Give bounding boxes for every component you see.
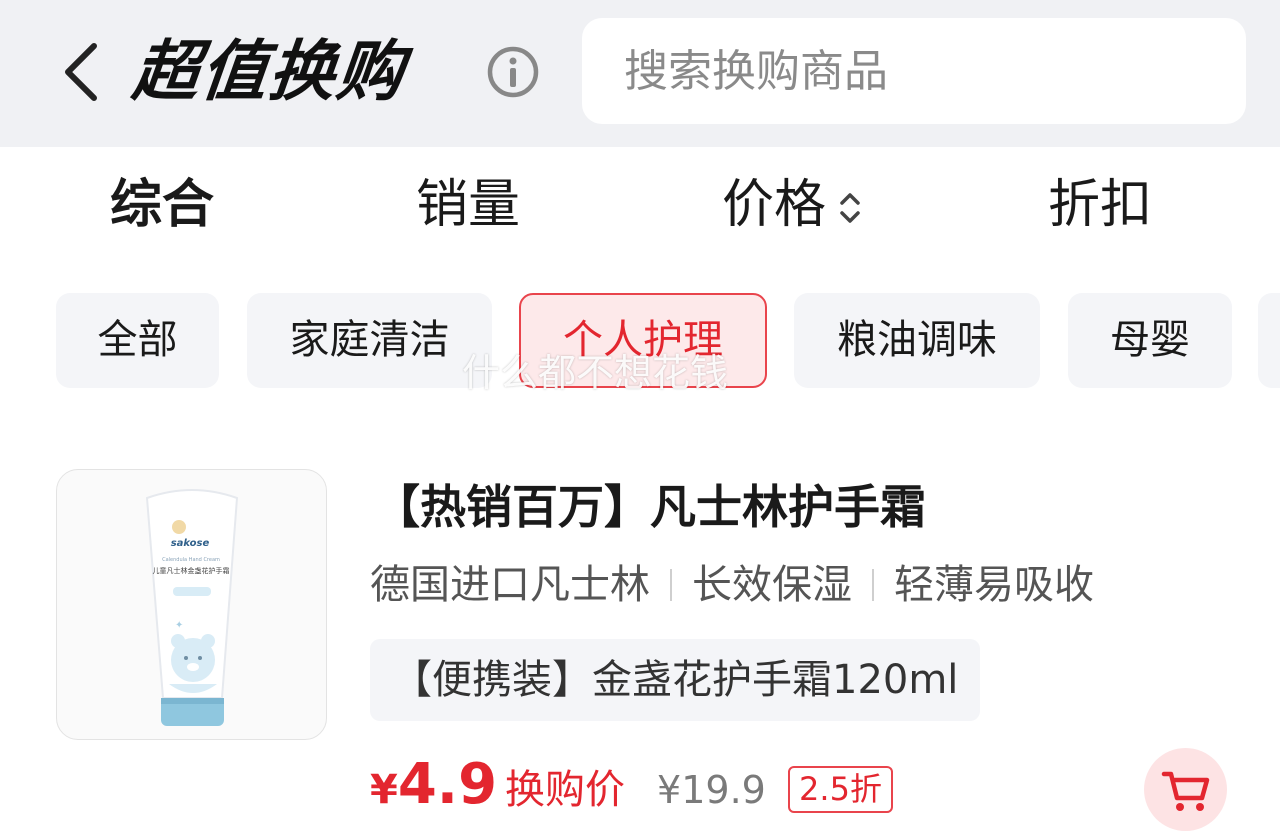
sort-tab-comprehensive[interactable]: 综合 [110, 172, 214, 238]
cart-icon [1161, 771, 1210, 811]
page-title: 超值换购 [129, 33, 410, 110]
chevron-left-icon [65, 43, 97, 101]
info-icon [487, 46, 539, 98]
sort-tab-label: 综合 [110, 175, 215, 235]
price-label: 换购价 [505, 767, 626, 813]
header-bar: 超值换购 [0, 0, 1280, 147]
back-button[interactable] [58, 36, 106, 108]
info-button[interactable] [486, 45, 540, 99]
product-title[interactable]: 【热销百万】凡士林护手霜 [374, 478, 926, 536]
sort-tab-label: 价格 [722, 175, 827, 235]
category-chip-grain-oil[interactable]: 粮油调味 [794, 293, 1040, 388]
product-tag: 德国进口凡士林 [370, 562, 650, 608]
search-input[interactable] [624, 45, 1246, 97]
discount-badge: 2.5折 [788, 766, 893, 813]
category-chip-overflow[interactable] [1258, 293, 1280, 388]
sort-tab-sales[interactable]: 销量 [416, 172, 520, 238]
svg-text:✦: ✦ [175, 620, 183, 631]
sort-tab-label: 销量 [416, 175, 521, 235]
category-chip-mother-baby[interactable]: 母婴 [1068, 293, 1232, 388]
tag-divider [872, 569, 874, 601]
hand-cream-tube-image: sakose Calendula Hand Cream 儿童凡士林金盏花护手霜 … [145, 489, 239, 726]
original-price: ¥19.9 [657, 768, 766, 812]
add-to-cart-button[interactable] [1144, 748, 1227, 831]
product-tags: 德国进口凡士林 长效保湿 轻薄易吸收 [370, 556, 1094, 614]
category-chip-all[interactable]: 全部 [56, 293, 219, 388]
category-chip-personal-care[interactable]: 个人护理 [519, 293, 767, 388]
product-image[interactable]: sakose Calendula Hand Cream 儿童凡士林金盏花护手霜 … [56, 469, 327, 740]
search-box[interactable] [582, 18, 1246, 124]
sort-tab-label: 折扣 [1048, 175, 1153, 235]
image-name-text: 儿童凡士林金盏花护手霜 [153, 566, 230, 575]
image-subtitle-text: Calendula Hand Cream [162, 557, 220, 563]
sort-arrows-icon [840, 193, 860, 223]
price-value: 4.9 [397, 752, 498, 817]
product-tag: 轻薄易吸收 [894, 562, 1094, 608]
sort-tab-price[interactable]: 价格 [722, 172, 862, 238]
price-row: ¥ 4.9 换购价 ¥19.9 [370, 752, 766, 832]
category-chip-home-cleaning[interactable]: 家庭清洁 [247, 293, 492, 388]
tag-divider [670, 569, 672, 601]
product-variant[interactable]: 【便携装】金盏花护手霜120ml [370, 639, 980, 721]
image-brand-text: sakose [171, 538, 210, 549]
product-tag: 长效保湿 [692, 562, 852, 608]
price-currency: ¥ [370, 767, 398, 813]
sort-tab-discount[interactable]: 折扣 [1048, 172, 1152, 238]
